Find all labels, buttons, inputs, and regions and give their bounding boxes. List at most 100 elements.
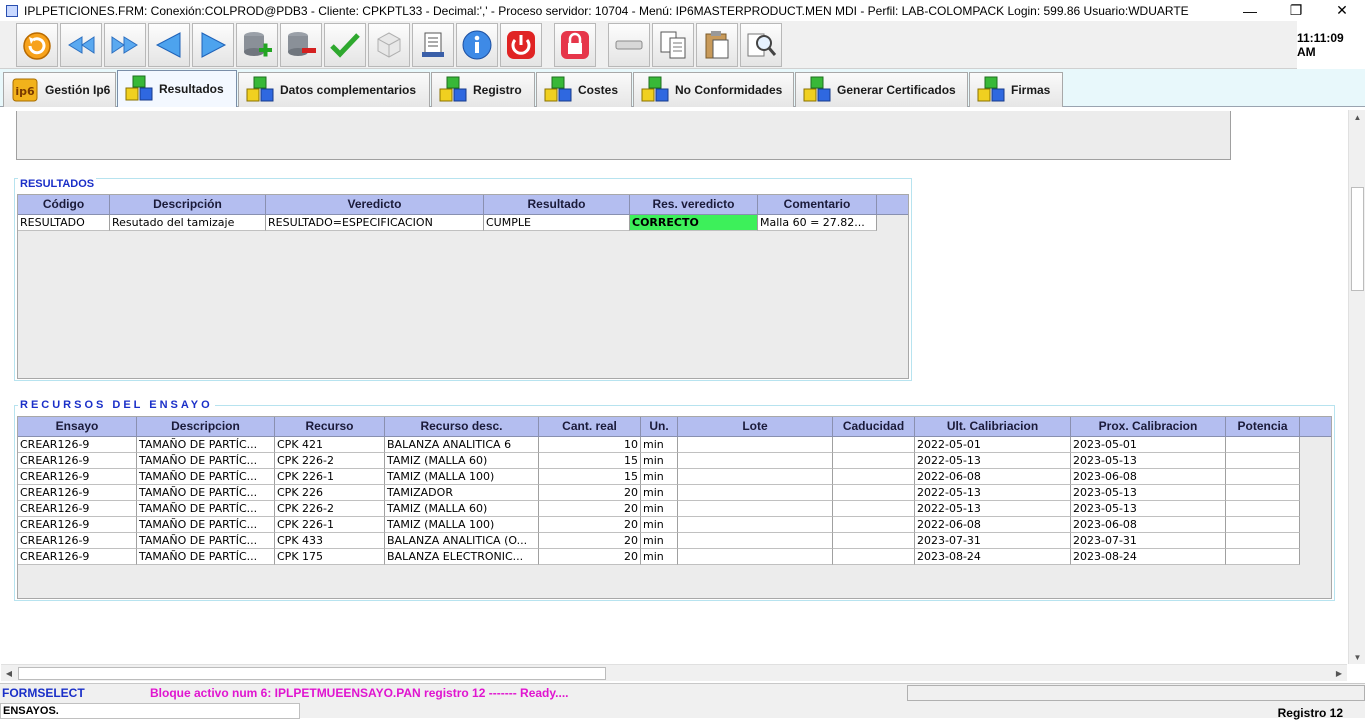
cell-un[interactable]: min [641,437,678,453]
cell-descripcion[interactable]: TAMAÑO DE PARTÍC... [137,533,275,549]
report-button[interactable] [412,23,454,67]
cell-ult-calibracion[interactable]: 2023-07-31 [915,533,1071,549]
cell-recurso-desc[interactable]: TAMIZ (MALLA 100) [385,517,539,533]
cell-ensayo[interactable]: CREAR126-9 [18,501,137,517]
cell-cant-real[interactable]: 20 [539,517,641,533]
cell-un[interactable]: min [641,501,678,517]
cell-potencia[interactable] [1226,517,1300,533]
cell-caducidad[interactable] [833,533,915,549]
cell-prox-calibracion[interactable]: 2023-05-13 [1071,501,1226,517]
cell-descripcion[interactable]: TAMAÑO DE PARTÍC... [137,485,275,501]
scroll-down-icon[interactable]: ▼ [1349,650,1365,664]
cell-cant-real[interactable]: 20 [539,485,641,501]
cell-un[interactable]: min [641,469,678,485]
cell-cant-real[interactable]: 20 [539,501,641,517]
cell-descripcion[interactable]: TAMAÑO DE PARTÍC... [137,469,275,485]
cell-caducidad[interactable] [833,469,915,485]
cell-ensayo[interactable]: CREAR126-9 [18,533,137,549]
col-descripcion[interactable]: Descripcion [137,417,275,437]
last-record-button[interactable] [104,23,146,67]
cell-cant-real[interactable]: 15 [539,453,641,469]
close-button[interactable]: ✕ [1319,0,1365,21]
cell-recurso[interactable]: CPK 175 [275,549,385,565]
first-record-button[interactable] [60,23,102,67]
recursos-grid[interactable]: Ensayo Descripcion Recurso Recurso desc.… [17,416,1332,599]
cell-codigo[interactable]: RESULTADO [18,215,110,231]
scroll-up-icon[interactable]: ▲ [1349,110,1365,124]
cell-prox-calibracion[interactable]: 2023-08-24 [1071,549,1226,565]
vertical-scroll-thumb[interactable] [1351,187,1364,291]
accept-button[interactable] [324,23,366,67]
cell-lote[interactable] [678,485,833,501]
cell-un[interactable]: min [641,485,678,501]
cell-recurso[interactable]: CPK 226-2 [275,501,385,517]
cell-recurso[interactable]: CPK 226 [275,485,385,501]
cell-comentario[interactable]: Malla 60 = 27.82... [758,215,877,231]
refresh-button[interactable] [16,23,58,67]
scroll-right-icon[interactable]: ▶ [1331,665,1347,682]
cell-ult-calibracion[interactable]: 2023-08-24 [915,549,1071,565]
cell-ensayo[interactable]: CREAR126-9 [18,453,137,469]
tab-firmas[interactable]: Firmas [969,72,1063,107]
horizontal-scrollbar[interactable]: ◀ ▶ [1,664,1347,681]
cell-cant-real[interactable]: 20 [539,533,641,549]
copy-button[interactable] [652,23,694,67]
cell-recurso[interactable]: CPK 433 [275,533,385,549]
col-ensayo[interactable]: Ensayo [18,417,137,437]
clear-button[interactable] [608,23,650,67]
col-resultado[interactable]: Resultado [484,195,630,215]
cell-recurso-desc[interactable]: BALANZA ELECTRONIC... [385,549,539,565]
cell-prox-calibracion[interactable]: 2023-06-08 [1071,469,1226,485]
paste-button[interactable] [696,23,738,67]
lock-button[interactable] [554,23,596,67]
cell-recurso[interactable]: CPK 226-1 [275,517,385,533]
cell-caducidad[interactable] [833,549,915,565]
col-lote[interactable]: Lote [678,417,833,437]
cell-lote[interactable] [678,549,833,565]
cell-caducidad[interactable] [833,437,915,453]
cell-recurso[interactable]: CPK 226-2 [275,453,385,469]
previous-record-button[interactable] [148,23,190,67]
cell-potencia[interactable] [1226,501,1300,517]
cell-prox-calibracion[interactable]: 2023-07-31 [1071,533,1226,549]
cell-caducidad[interactable] [833,517,915,533]
cell-un[interactable]: min [641,549,678,565]
cell-ensayo[interactable]: CREAR126-9 [18,437,137,453]
cell-prox-calibracion[interactable]: 2023-05-01 [1071,437,1226,453]
cell-caducidad[interactable] [833,485,915,501]
cell-cant-real[interactable]: 20 [539,549,641,565]
next-record-button[interactable] [192,23,234,67]
col-res-veredicto[interactable]: Res. veredicto [630,195,758,215]
col-codigo[interactable]: Código [18,195,110,215]
cell-recurso-desc[interactable]: BALANZA ANALITICA (O... [385,533,539,549]
col-veredicto[interactable]: Veredicto [266,195,484,215]
info-button[interactable] [456,23,498,67]
cell-lote[interactable] [678,501,833,517]
delete-record-button[interactable] [280,23,322,67]
cell-ensayo[interactable]: CREAR126-9 [18,485,137,501]
cell-ensayo[interactable]: CREAR126-9 [18,517,137,533]
cell-recurso[interactable]: CPK 421 [275,437,385,453]
add-record-button[interactable] [236,23,278,67]
cell-potencia[interactable] [1226,549,1300,565]
cell-un[interactable]: min [641,453,678,469]
cell-descripcion[interactable]: TAMAÑO DE PARTÍC... [137,453,275,469]
exit-button[interactable] [500,23,542,67]
col-caducidad[interactable]: Caducidad [833,417,915,437]
cell-lote[interactable] [678,469,833,485]
cell-ult-calibracion[interactable]: 2022-06-08 [915,517,1071,533]
cell-prox-calibracion[interactable]: 2023-05-13 [1071,453,1226,469]
cell-resultado[interactable]: CUMPLE [484,215,630,231]
cell-potencia[interactable] [1226,485,1300,501]
cell-recurso-desc[interactable]: TAMIZ (MALLA 60) [385,453,539,469]
cell-cant-real[interactable]: 15 [539,469,641,485]
restore-button[interactable]: ❐ [1273,0,1319,21]
vertical-scrollbar[interactable]: ▲ ▼ [1348,110,1365,664]
cell-ult-calibracion[interactable]: 2022-05-13 [915,485,1071,501]
cell-un[interactable]: min [641,533,678,549]
cell-recurso[interactable]: CPK 226-1 [275,469,385,485]
cell-ensayo[interactable]: CREAR126-9 [18,549,137,565]
tab-generar-certificados[interactable]: Generar Certificados [795,72,968,107]
cell-un[interactable]: min [641,517,678,533]
cell-potencia[interactable] [1226,533,1300,549]
